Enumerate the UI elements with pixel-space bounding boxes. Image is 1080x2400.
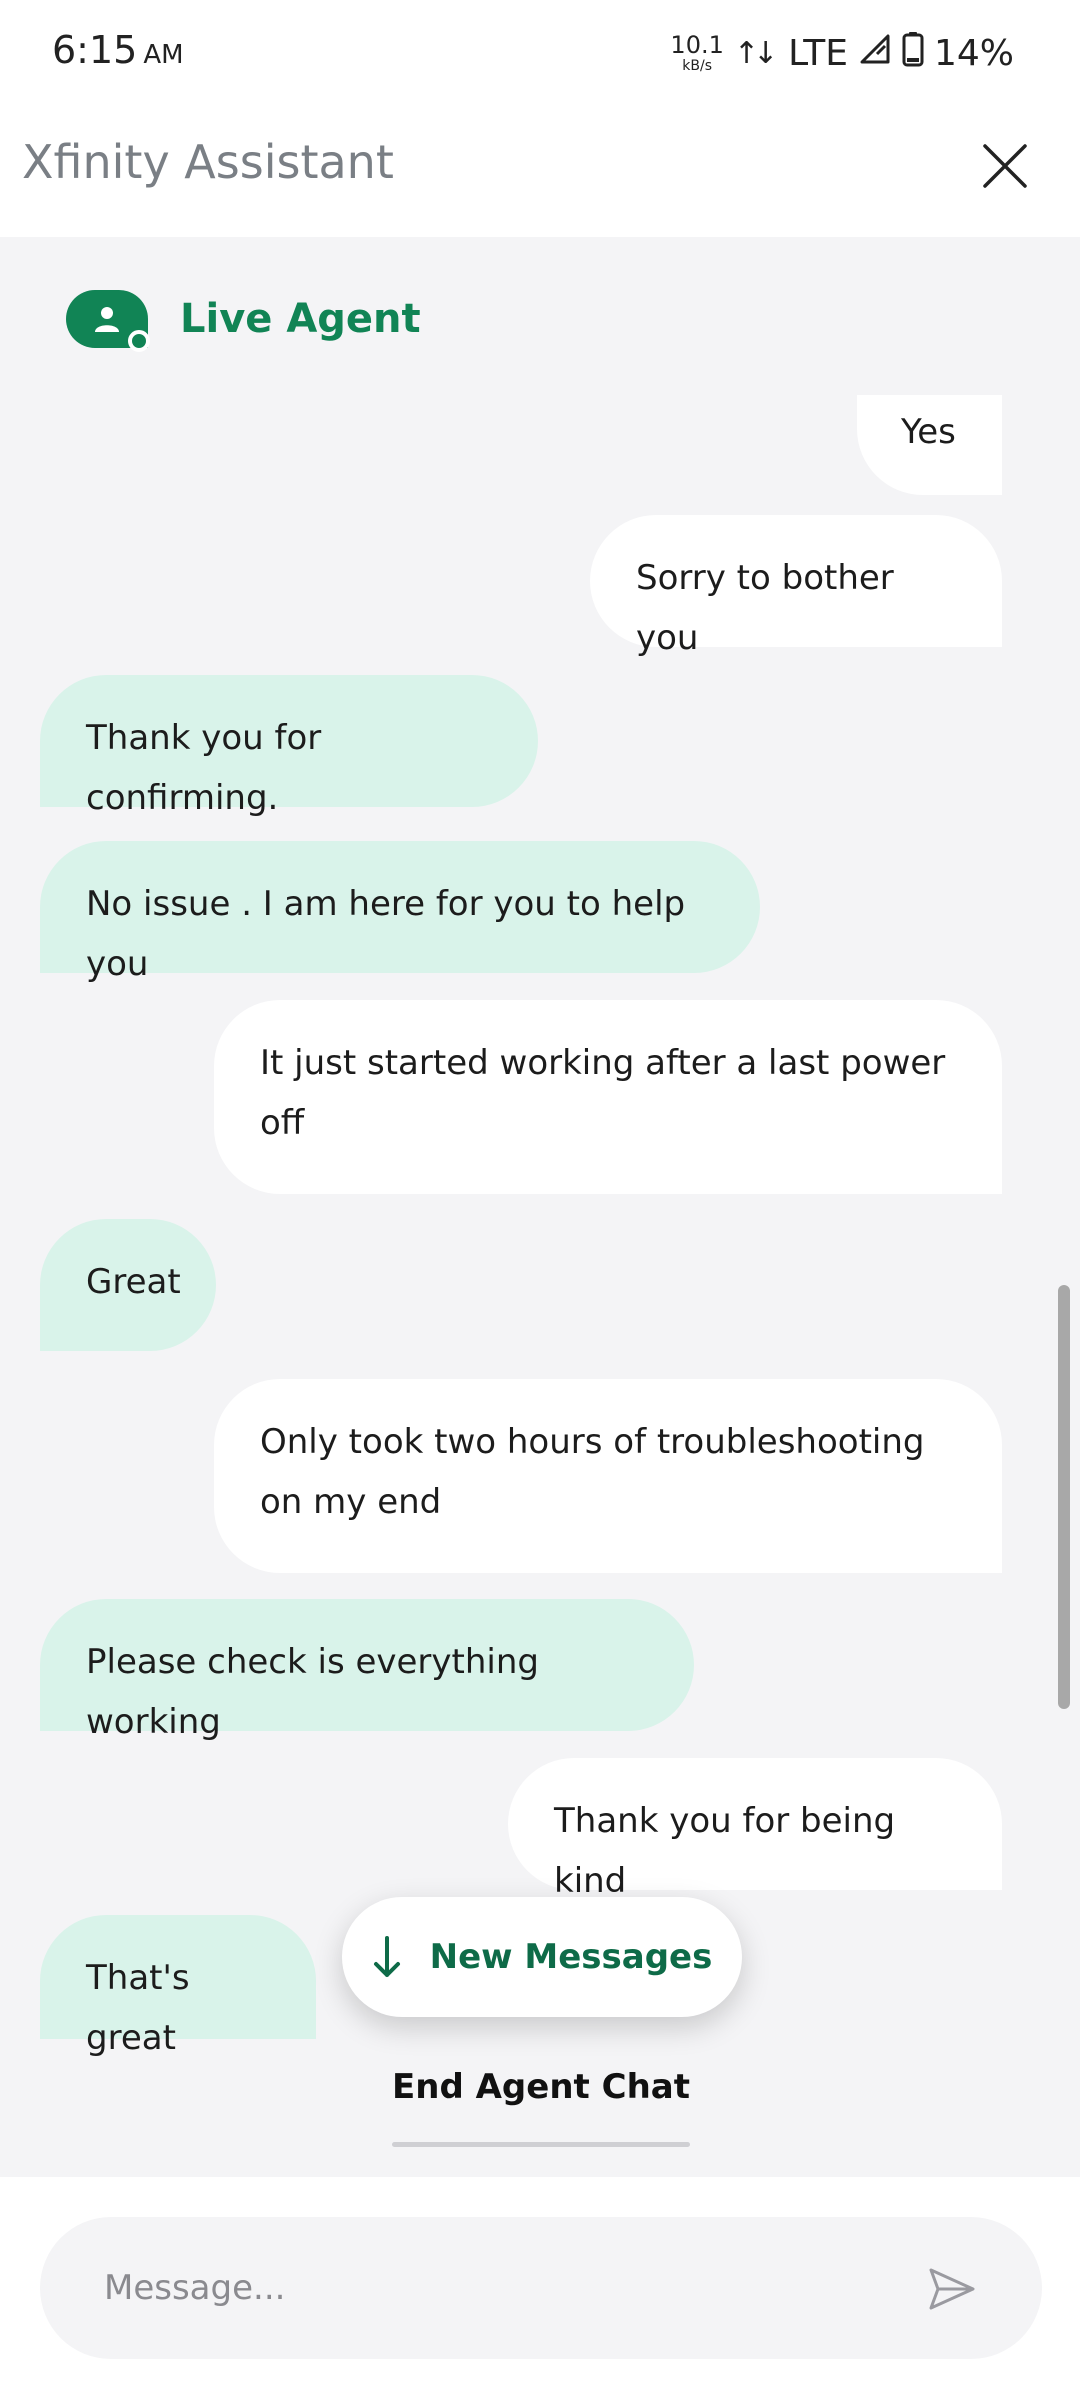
message-bubble-user: Only took two hours of troubleshooting o… [214, 1379, 1002, 1573]
message-text: Sorry to bother you [636, 558, 894, 658]
message-bubble-agent: Please check is everything working [40, 1599, 694, 1742]
message-bubble-agent: Great [40, 1219, 216, 1351]
message-text: Great [86, 1262, 181, 1302]
battery-level: 14% [933, 32, 1014, 74]
agent-label: Live Agent [180, 296, 421, 342]
message-text: No issue . I am here for you to help you [86, 884, 686, 984]
status-icons: 10.1 kB/s ↑↓ LTE 14% [670, 28, 1014, 78]
message-text: That's great [86, 1958, 190, 2058]
new-messages-label: New Messages [429, 1937, 713, 1977]
end-agent-chat-label: End Agent Chat [392, 2067, 690, 2107]
message-bubble-user: Thank you for being kind [508, 1758, 1002, 1901]
signal-icon [858, 32, 892, 75]
status-time-ampm: AM [143, 40, 184, 70]
message-bubble-agent: That's great [40, 1915, 316, 2058]
online-indicator [128, 330, 150, 352]
network-speed: 10.1 kB/s [670, 33, 723, 73]
battery-icon [902, 31, 924, 76]
message-bubble-user: Yes [857, 395, 1002, 495]
network-speed-unit: kB/s [682, 58, 712, 74]
network-speed-value: 10.1 [670, 31, 724, 59]
message-text: Only took two hours of troubleshooting o… [260, 1422, 925, 1522]
network-type: LTE [788, 32, 848, 74]
message-text: Thank you for confirming. [86, 718, 322, 818]
end-chat-underline [392, 2142, 690, 2147]
status-time-value: 6:15 [52, 28, 138, 72]
arrow-down-icon [373, 1936, 400, 1977]
person-icon [95, 307, 119, 332]
status-bar: 6:15 AM 10.1 kB/s ↑↓ LTE 14% [0, 0, 1080, 105]
app-header: Xfinity Assistant [0, 105, 1080, 237]
status-time: 6:15 AM [52, 28, 184, 72]
end-agent-chat-button[interactable]: End Agent Chat [392, 2067, 690, 2147]
data-transfer-icon: ↑↓ [733, 35, 778, 71]
message-composer [40, 2217, 1042, 2359]
message-input[interactable] [102, 2253, 882, 2323]
new-messages-button[interactable]: New Messages [342, 1897, 742, 2017]
message-text: Please check is everything working [86, 1642, 539, 1742]
close-button[interactable] [970, 131, 1040, 201]
message-bubble-user: It just started working after a last pow… [214, 1000, 1002, 1194]
chat-scrollbar[interactable] [1058, 1285, 1070, 1709]
message-text: Yes [901, 412, 956, 452]
message-bubble-agent: No issue . I am here for you to help you [40, 841, 760, 984]
message-bubble-user: Sorry to bother you [590, 515, 1002, 658]
chat-area[interactable]: Live Agent Yes Sorry to bother you Thank… [0, 237, 1080, 2177]
send-button[interactable] [926, 2263, 978, 2315]
composer-area [0, 2177, 1080, 2400]
send-icon [929, 2268, 975, 2310]
agent-avatar [66, 290, 150, 352]
message-bubble-agent: Thank you for confirming. [40, 675, 538, 818]
page-title: Xfinity Assistant [22, 135, 394, 189]
message-text: Thank you for being kind [554, 1801, 896, 1901]
agent-header: Live Agent [66, 289, 421, 352]
close-icon [983, 144, 1027, 188]
message-text: It just started working after a last pow… [260, 1043, 946, 1143]
